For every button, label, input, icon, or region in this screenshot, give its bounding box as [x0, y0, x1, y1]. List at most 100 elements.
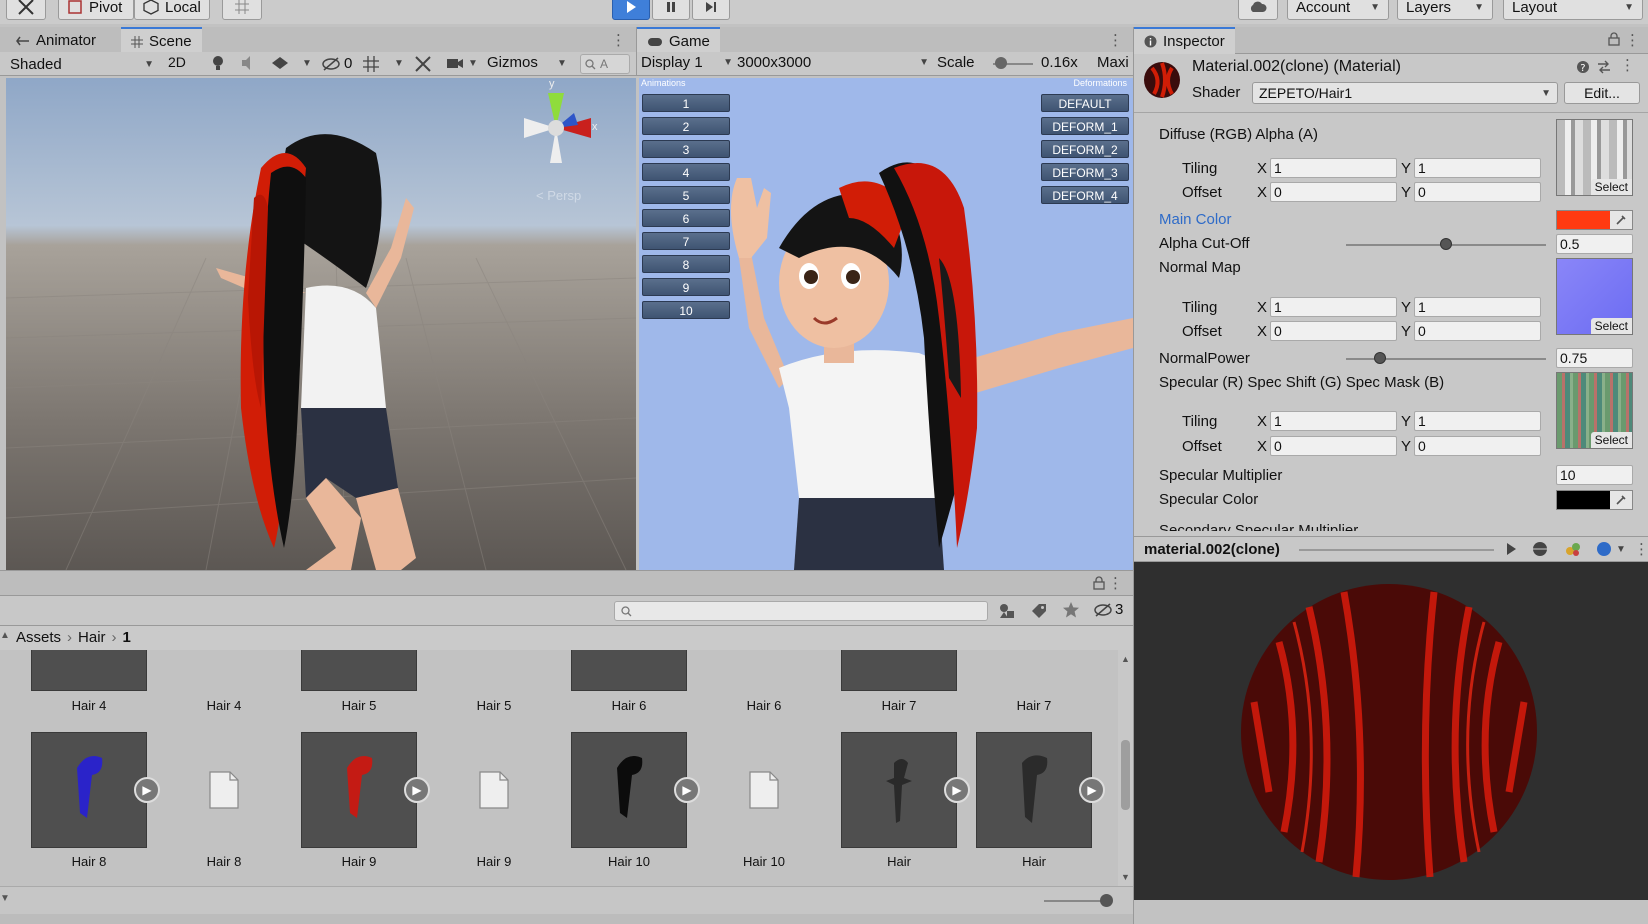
step-button[interactable] [692, 0, 730, 20]
main-color-swatch[interactable] [1557, 211, 1610, 229]
diffuse-offset-y-input[interactable]: 0 [1414, 182, 1541, 202]
tab-animator[interactable]: Animator [6, 27, 106, 54]
chevron-down-icon[interactable]: ▼ [468, 58, 478, 69]
normal-tiling-y-input[interactable]: 1 [1414, 297, 1541, 317]
spec-multiplier-input[interactable]: 10 [1556, 465, 1633, 485]
eyedropper-icon[interactable] [1610, 491, 1632, 509]
toggle-2d-button[interactable]: 2D [168, 54, 186, 70]
spec-color-swatch[interactable] [1557, 491, 1610, 509]
play-icon[interactable]: ▶ [134, 777, 160, 803]
normal-tiling-x-input[interactable]: 1 [1270, 297, 1397, 317]
scene-viewport[interactable]: y x < Persp [6, 78, 636, 570]
shading-dropdown[interactable]: Shaded ▼ [10, 54, 154, 74]
tab-inspector[interactable]: Inspector [1134, 27, 1235, 54]
more-options-icon[interactable]: ⋮ [1108, 574, 1123, 592]
play-icon[interactable]: ▶ [1079, 777, 1105, 803]
pause-button[interactable] [652, 0, 690, 20]
layout-dropdown[interactable]: Layout ▼ [1503, 0, 1643, 20]
tools-settings-icon[interactable] [414, 55, 432, 77]
animation-button-9[interactable]: 9 [642, 278, 730, 296]
asset-item-hair-8-file[interactable]: Hair 8 [164, 732, 284, 869]
normal-offset-x-input[interactable]: 0 [1270, 321, 1397, 341]
preview-drag-handle[interactable] [1299, 549, 1494, 551]
chevron-down-icon[interactable]: ▼ [557, 58, 567, 69]
deform-4-button[interactable]: DEFORM_4 [1041, 186, 1129, 204]
material-preview[interactable] [1133, 562, 1648, 900]
animation-button-1[interactable]: 1 [642, 94, 730, 112]
asset-item[interactable]: Hair 5 [299, 650, 419, 713]
grid-toggle-icon[interactable] [362, 55, 380, 77]
icon-size-slider-thumb[interactable] [1100, 894, 1113, 907]
tab-scene[interactable]: Scene [121, 27, 202, 54]
preview-play-icon[interactable] [1504, 542, 1518, 560]
play-button[interactable] [612, 0, 650, 20]
favorite-star-icon[interactable] [1062, 601, 1080, 623]
asset-item[interactable]: Hair 6 [704, 650, 824, 713]
normal-map-texture-slot[interactable]: Select [1556, 258, 1633, 335]
deform-3-button[interactable]: DEFORM_3 [1041, 163, 1129, 181]
local-button[interactable]: Local [134, 0, 210, 20]
asset-item-hair-model[interactable]: ▶ Hair [974, 732, 1105, 869]
more-options-icon[interactable]: ⋮ [611, 31, 626, 49]
animation-button-2[interactable]: 2 [642, 117, 730, 135]
asset-item[interactable]: Hair 4 [164, 650, 284, 713]
deform-1-button[interactable]: DEFORM_1 [1041, 117, 1129, 135]
pivot-button[interactable]: Pivot [58, 0, 134, 20]
lock-icon[interactable] [1093, 576, 1105, 594]
project-search-input[interactable] [614, 601, 988, 621]
asset-item[interactable]: Hair 7 [974, 650, 1094, 713]
asset-item[interactable]: Hair 5 [434, 650, 554, 713]
preview-lighting-icon[interactable] [1564, 541, 1582, 561]
audio-icon[interactable] [240, 55, 258, 75]
asset-item-hair-8-prefab[interactable]: ▶ Hair 8 [29, 732, 160, 869]
alpha-cutoff-input[interactable]: 0.5 [1556, 234, 1633, 254]
breadcrumb-current[interactable]: 1 [123, 629, 131, 646]
specular-select-button[interactable]: Select [1590, 432, 1632, 448]
scene-gizmo[interactable]: y x [516, 78, 598, 173]
diffuse-texture-slot[interactable]: Select [1556, 119, 1633, 196]
diffuse-select-button[interactable]: Select [1590, 179, 1632, 195]
scene-search-input[interactable]: A [580, 54, 630, 74]
display-dropdown[interactable]: Display 1 ▼ [641, 54, 733, 71]
preset-icon[interactable] [1596, 59, 1612, 79]
normal-select-button[interactable]: Select [1590, 318, 1632, 334]
preview-mesh-icon[interactable] [1532, 541, 1548, 561]
more-options-icon[interactable]: ⋮ [1108, 31, 1123, 49]
breadcrumb-assets[interactable]: Assets [16, 629, 61, 646]
grid-snap-button[interactable] [222, 0, 262, 20]
game-viewport[interactable]: Animations Deformations 1 2 3 4 5 6 7 8 … [639, 78, 1133, 570]
animation-button-5[interactable]: 5 [642, 186, 730, 204]
asset-item[interactable]: Hair 7 [839, 650, 959, 713]
scale-slider-thumb[interactable] [995, 57, 1007, 69]
account-dropdown[interactable]: Account ▼ [1287, 0, 1389, 20]
normal-power-slider-thumb[interactable] [1374, 352, 1386, 364]
hidden-packages-toggle[interactable]: 3 [1094, 601, 1123, 618]
more-options-icon[interactable]: ⋮ [1634, 540, 1648, 558]
spec-color-field[interactable] [1556, 490, 1633, 510]
hidden-objects-toggle[interactable]: 0 [322, 55, 352, 72]
lighting-icon[interactable] [210, 54, 226, 76]
filter-by-type-icon[interactable] [998, 602, 1016, 624]
preview-background-icon[interactable] [1596, 541, 1612, 561]
project-scrollbar[interactable]: ▲ ▼ [1118, 650, 1133, 886]
asset-item[interactable]: Hair 4 [29, 650, 149, 713]
deform-default-button[interactable]: DEFAULT [1041, 94, 1129, 112]
play-icon[interactable]: ▶ [944, 777, 970, 803]
spec-tiling-x-input[interactable]: 1 [1270, 411, 1397, 431]
diffuse-tiling-x-input[interactable]: 1 [1270, 158, 1397, 178]
gizmos-button[interactable]: Gizmos [487, 54, 538, 71]
cloud-button[interactable] [1238, 0, 1278, 20]
filter-by-label-icon[interactable] [1030, 602, 1048, 624]
edit-shader-button[interactable]: Edit... [1564, 82, 1640, 104]
alpha-cutoff-slider-thumb[interactable] [1440, 238, 1452, 250]
animation-button-6[interactable]: 6 [642, 209, 730, 227]
scrollbar-thumb[interactable] [1121, 740, 1130, 810]
chevron-up-icon[interactable]: ▲ [1121, 654, 1130, 664]
asset-item[interactable]: Hair 6 [569, 650, 689, 713]
animation-button-10[interactable]: 10 [642, 301, 730, 319]
asset-item-hair-9-prefab[interactable]: ▶ Hair 9 [299, 732, 430, 869]
animation-button-4[interactable]: 4 [642, 163, 730, 181]
main-color-field[interactable] [1556, 210, 1633, 230]
help-icon[interactable]: ? [1576, 60, 1590, 78]
asset-item-hair-9-file[interactable]: Hair 9 [434, 732, 554, 869]
